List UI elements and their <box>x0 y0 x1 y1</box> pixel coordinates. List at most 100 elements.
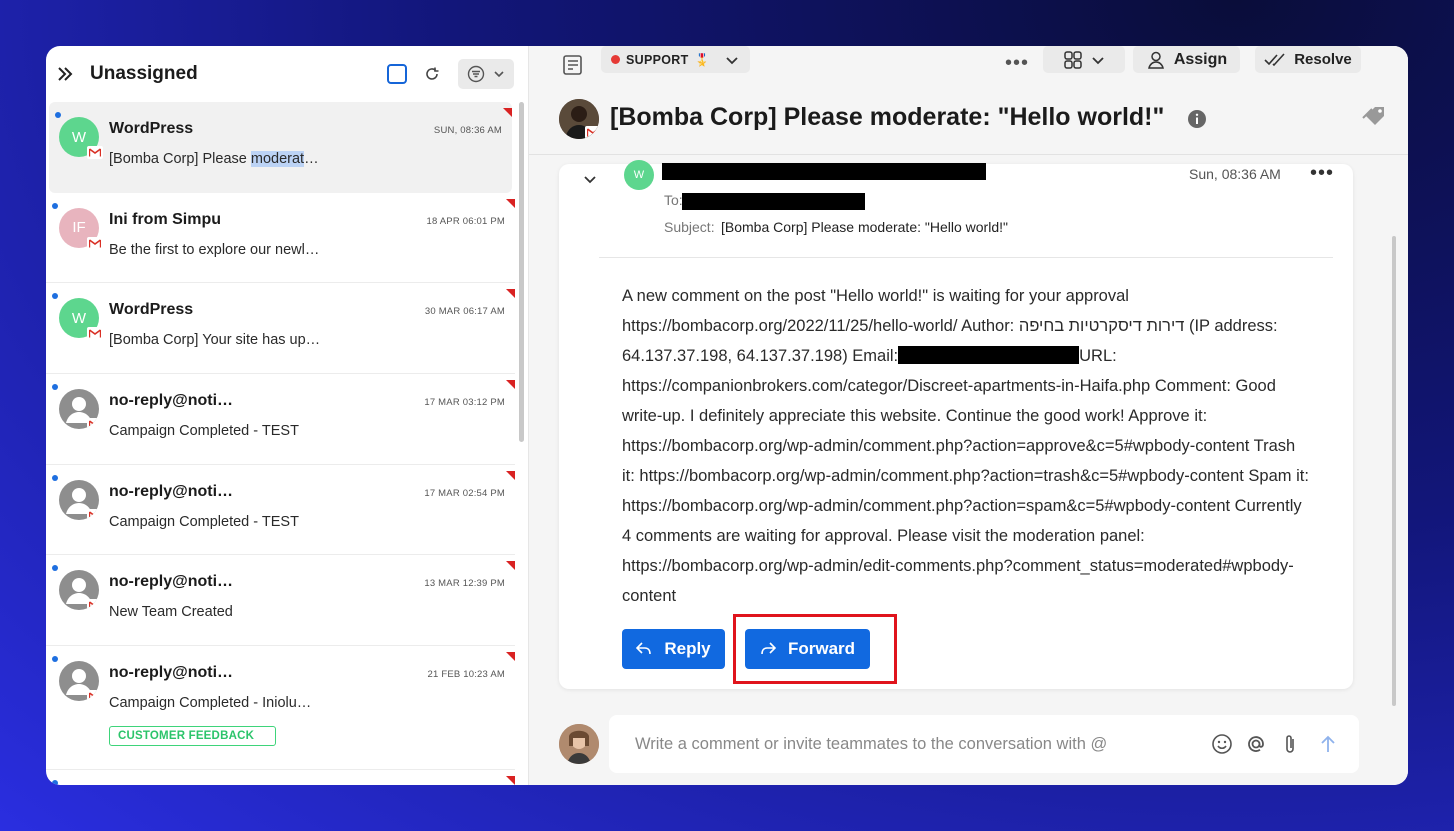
avatar: W <box>59 117 103 159</box>
list-header: Unassigned <box>46 46 528 102</box>
priority-flag-icon <box>503 108 512 117</box>
conversation-item[interactable]: no-reply@noti… 17 MAR 03:12 PM Campaign … <box>46 374 515 465</box>
unread-dot <box>52 565 58 572</box>
user-icon <box>1147 51 1164 69</box>
mention-icon[interactable] <box>1245 733 1267 755</box>
reply-label: Reply <box>664 639 711 658</box>
redacted-recipient <box>682 193 865 210</box>
timestamp: SUN, 08:36 AM <box>433 125 502 136</box>
collapse-chevron-icon[interactable] <box>583 172 597 186</box>
app-window: Unassigned W WordPress SUN, 08:36 AM [Bo… <box>46 46 1408 785</box>
subject-label: Subject: <box>664 219 715 235</box>
inbox-selector[interactable]: SUPPORT 🎖️ <box>601 46 750 73</box>
unread-dot <box>52 656 58 663</box>
unread-dot <box>52 202 58 209</box>
user-placeholder-icon <box>59 661 99 702</box>
message-preview: Campaign Completed - Iniolu… <box>109 695 312 712</box>
avatar: W <box>59 298 103 341</box>
message-preview: Campaign Completed - TEST <box>109 513 299 530</box>
current-user-avatar[interactable] <box>559 724 599 764</box>
redacted-email <box>898 346 1080 364</box>
resolve-button[interactable]: Resolve <box>1255 46 1361 73</box>
conversation-list: W WordPress SUN, 08:36 AM [Bomba Corp] P… <box>46 102 515 785</box>
chevron-down-icon <box>1092 56 1104 64</box>
avatar-initials: IF <box>72 219 86 237</box>
header-divider <box>529 154 1408 155</box>
filter-icon <box>467 65 485 83</box>
timestamp: 30 MAR 06:17 AM <box>424 306 505 318</box>
conversation-item[interactable]: W WordPress 30 MAR 06:17 AM [Bomba Corp]… <box>46 283 515 375</box>
double-chevron-right-icon[interactable] <box>56 65 74 83</box>
notes-icon[interactable] <box>562 54 584 76</box>
conversation-item[interactable]: no-reply@noti… 13 MAR 12:39 PM New Team … <box>46 555 515 647</box>
assign-label: Assign <box>1173 50 1228 68</box>
user-placeholder-icon <box>59 479 99 520</box>
contact-avatar[interactable] <box>559 99 599 139</box>
tag-customer-feedback[interactable]: CUSTOMER FEEDBACK <box>109 726 276 747</box>
filter-button[interactable] <box>458 59 514 89</box>
sender-name: WordPress <box>109 301 194 319</box>
send-arrow-icon[interactable] <box>1317 733 1339 755</box>
comment-composer[interactable]: Write a comment or invite teammates to t… <box>609 715 1359 773</box>
sender-name: WordPress <box>109 120 194 137</box>
resolve-label: Resolve <box>1294 51 1352 68</box>
gmail-icon <box>87 690 99 702</box>
gmail-icon <box>87 508 99 520</box>
timestamp: 21 FEB 10:23 AM <box>427 669 505 681</box>
refresh-icon[interactable] <box>424 66 440 82</box>
sender-name: no-reply@noti… <box>109 573 234 591</box>
attachment-icon[interactable] <box>1279 733 1301 755</box>
sender-avatar: W <box>624 160 654 190</box>
gmail-icon <box>87 327 103 341</box>
priority-flag-icon <box>506 561 515 571</box>
apps-button[interactable] <box>1043 46 1125 73</box>
conversation-item[interactable]: IF Ini from Simpu 18 APR 06:01 PM Be the… <box>46 193 515 284</box>
emoji-icon[interactable] <box>1211 733 1233 755</box>
message-body: A new comment on the post "Hello world!"… <box>622 281 1312 611</box>
chevron-down-icon <box>726 56 739 64</box>
unread-dot <box>52 780 58 785</box>
list-scrollbar[interactable] <box>519 102 524 442</box>
priority-flag-icon <box>506 776 515 785</box>
sender-name: no-reply@noti… <box>109 392 234 410</box>
medal-icon: 🎖️ <box>694 52 710 67</box>
timestamp: 17 MAR 03:12 PM <box>424 397 505 409</box>
priority-flag-icon <box>506 652 515 662</box>
message-preview: Be the first to explore our newl… <box>109 241 320 258</box>
annotation-highlight-box <box>733 614 897 684</box>
assign-button[interactable]: Assign <box>1133 46 1240 73</box>
conversation-item[interactable]: no-reply@noti… 21 FEB 10:23 AM Campaign … <box>46 646 515 771</box>
chevron-down-icon <box>494 71 504 78</box>
conversation-item[interactable] <box>46 770 515 785</box>
conversation-item[interactable]: no-reply@noti… 17 MAR 02:54 PM Campaign … <box>46 465 515 556</box>
avatar-initials: W <box>71 309 87 327</box>
priority-flag-icon <box>506 470 515 480</box>
message-divider <box>599 257 1333 258</box>
message-preview: [Bomba Corp] Please moderat… <box>109 151 319 167</box>
user-placeholder-icon <box>59 389 99 430</box>
user-placeholder-icon <box>59 570 99 611</box>
conversation-title: [Bomba Corp] Please moderate: "Hello wor… <box>610 103 1165 131</box>
selected-text: moderat <box>250 151 305 167</box>
comment-input[interactable]: Write a comment or invite teammates to t… <box>635 735 1107 754</box>
reply-button[interactable]: Reply <box>622 629 725 669</box>
info-icon[interactable] <box>1187 109 1207 129</box>
inbox-label: SUPPORT <box>626 52 689 67</box>
select-all-checkbox[interactable] <box>387 64 407 84</box>
tags-icon[interactable] <box>1362 106 1388 128</box>
reply-icon <box>636 642 652 655</box>
more-options-icon[interactable]: ••• <box>1005 52 1029 75</box>
unread-dot <box>52 293 58 300</box>
message-more-icon[interactable]: ••• <box>1310 162 1334 185</box>
conversation-toolbar: SUPPORT 🎖️ ••• Assign Resolve <box>529 46 1408 84</box>
gmail-icon <box>87 599 99 611</box>
conversation-panel: SUPPORT 🎖️ ••• Assign Resolve [Bomba Cor… <box>529 46 1408 785</box>
gmail-icon <box>87 236 103 250</box>
conversation-scrollbar[interactable] <box>1392 236 1396 706</box>
redacted-sender <box>662 163 986 180</box>
avatar: IF <box>59 207 103 250</box>
conversation-list-panel: Unassigned W WordPress SUN, 08:36 AM [Bo… <box>46 46 529 785</box>
gmail-icon <box>87 146 103 159</box>
list-title: Unassigned <box>90 63 198 84</box>
conversation-item[interactable]: W WordPress SUN, 08:36 AM [Bomba Corp] P… <box>49 102 512 193</box>
